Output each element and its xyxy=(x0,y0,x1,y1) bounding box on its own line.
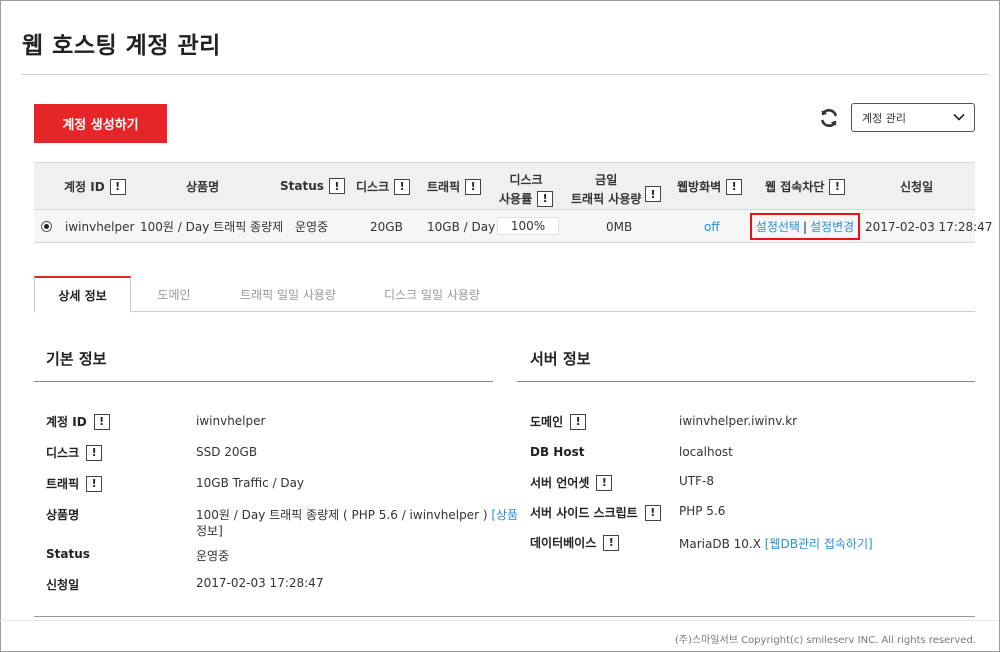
footer-divider xyxy=(0,620,998,621)
label-disk: 디스크 ! xyxy=(46,444,103,461)
label-account-id: 계정 ID ! xyxy=(46,413,110,430)
th-applied: 신청일 xyxy=(900,180,934,194)
value-product: 100원 / Day 트래픽 종량제 ( PHP 5.6 / iwinvhelp… xyxy=(196,508,519,522)
value-applied: 2017-02-03 17:28:47 xyxy=(196,576,324,590)
value-charset: UTF-8 xyxy=(679,474,714,488)
account-manage-select[interactable]: 계정 관리 xyxy=(851,103,975,132)
table-row[interactable]: iwinvhelper 100원 / Day 트래픽 종량제 운영중 20GB … xyxy=(34,210,992,243)
info-icon[interactable]: ! xyxy=(465,178,482,195)
title-divider xyxy=(22,74,988,75)
info-icon[interactable]: ! xyxy=(570,413,587,430)
row-product: 100원 / Day 트래픽 종량제 xyxy=(140,220,284,234)
label-product: 상품명 xyxy=(46,508,80,522)
value-script: PHP 5.6 xyxy=(679,504,726,518)
row-disk: 20GB xyxy=(370,219,403,234)
value-domain-link[interactable]: iwinvhelper.iwinv.kr xyxy=(679,414,797,428)
row-today-traffic: 0MB xyxy=(606,219,633,234)
value-db-host: localhost xyxy=(679,445,733,459)
detail-tabs: 상세 정보 도메인 트래픽 일일 사용량 디스크 일일 사용량 xyxy=(34,276,975,313)
info-icon[interactable]: ! xyxy=(596,474,613,491)
footer-copyright: (주)스마일서브 Copyright(c) smileserv INC. All… xyxy=(674,635,976,646)
window-frame xyxy=(0,0,1000,652)
th-access-block: 웹 접속차단 ! xyxy=(765,178,846,195)
info-icon[interactable]: ! xyxy=(537,190,554,207)
tab-detail-info[interactable]: 상세 정보 xyxy=(34,276,131,313)
info-icon[interactable]: ! xyxy=(86,475,103,492)
th-disk-usage: 디스크 사용률! xyxy=(499,171,554,207)
firewall-toggle-link[interactable]: off xyxy=(704,210,720,243)
refresh-icon[interactable] xyxy=(818,107,840,129)
access-change-link[interactable]: 설정변경 xyxy=(810,218,854,235)
th-account-id: 계정 ID ! xyxy=(64,178,126,195)
access-select-link[interactable]: 설정선택 xyxy=(756,218,800,235)
info-icon[interactable]: ! xyxy=(328,178,345,194)
server-info-title: 서버 정보 xyxy=(530,350,591,368)
row-select-radio[interactable] xyxy=(41,210,52,243)
chevron-down-icon xyxy=(952,110,966,124)
content-bottom-divider xyxy=(34,616,975,617)
info-icon[interactable]: ! xyxy=(645,186,661,202)
basic-info-divider xyxy=(34,381,493,382)
access-block-settings: 설정선택 | 설정변경 xyxy=(750,213,860,240)
th-today-traffic: 금일 트래픽 사용량 xyxy=(571,173,642,206)
row-account-id: iwinvhelper xyxy=(65,219,135,234)
th-firewall: 웹방화벽 ! xyxy=(677,178,743,195)
product-info-link[interactable]: [상품 xyxy=(491,508,518,522)
page-title: 웹 호스팅 계정 관리 xyxy=(22,33,221,59)
webdb-link[interactable]: [웹DB관리 접속하기] xyxy=(765,537,873,551)
th-disk: 디스크 ! xyxy=(356,178,411,195)
tab-traffic-daily[interactable]: 트래픽 일일 사용량 xyxy=(232,276,344,312)
create-account-button[interactable]: 계정 생성하기 xyxy=(34,104,167,143)
th-product: 상품명 xyxy=(186,180,220,194)
value-disk: SSD 20GB xyxy=(196,445,258,459)
basic-info-title: 기본 정보 xyxy=(46,350,107,368)
table-header: 계정 ID ! 상품명 Status ! 디스크 ! 트래픽 ! 디스크 사용률… xyxy=(34,162,975,210)
label-database: 데이터베이스 ! xyxy=(530,534,620,551)
value-account-id: iwinvhelper xyxy=(196,414,266,428)
info-icon[interactable]: ! xyxy=(644,504,661,521)
th-status: Status ! xyxy=(280,178,345,194)
label-charset: 서버 언어셋 ! xyxy=(530,474,613,491)
info-icon[interactable]: ! xyxy=(86,444,103,461)
tab-domain[interactable]: 도메인 xyxy=(144,276,204,312)
th-traffic: 트래픽 ! xyxy=(427,178,482,195)
info-icon[interactable]: ! xyxy=(394,178,411,195)
value-traffic: 10GB Traffic / Day xyxy=(196,476,305,490)
info-icon[interactable]: ! xyxy=(726,178,743,195)
product-info-link-cont[interactable]: 정보] xyxy=(196,522,223,539)
value-status: 운영중 xyxy=(196,549,230,563)
label-traffic: 트래픽 ! xyxy=(46,475,103,492)
label-status: Status xyxy=(46,547,90,561)
row-applied: 2017-02-03 17:28:47 xyxy=(865,219,993,234)
tab-disk-daily[interactable]: 디스크 일일 사용량 xyxy=(376,276,488,312)
server-info-divider xyxy=(517,381,975,382)
info-icon[interactable]: ! xyxy=(109,178,126,195)
row-traffic: 10GB / Day xyxy=(427,219,496,234)
disk-usage-bar: 100% xyxy=(497,217,559,235)
label-applied: 신청일 xyxy=(46,578,80,592)
access-separator: | xyxy=(802,219,808,234)
label-domain: 도메인 ! xyxy=(530,413,587,430)
info-icon[interactable]: ! xyxy=(829,178,846,195)
label-db-host: DB Host xyxy=(530,445,585,459)
select-value: 계정 관리 xyxy=(862,111,906,125)
label-script: 서버 사이드 스크립트 ! xyxy=(530,504,661,521)
value-database: MariaDB 10.X [웹DB관리 접속하기] xyxy=(679,537,873,551)
row-status: 운영중 xyxy=(295,220,329,234)
info-icon[interactable]: ! xyxy=(603,534,620,551)
info-icon[interactable]: ! xyxy=(93,413,110,430)
